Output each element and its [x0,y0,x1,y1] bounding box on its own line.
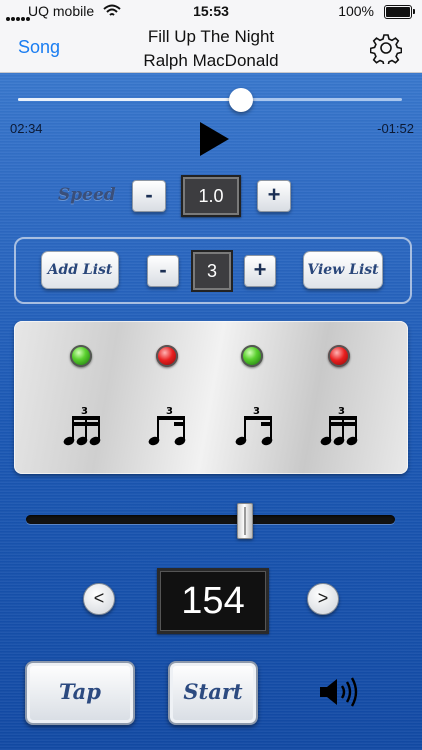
triplet-sixteenth-icon[interactable]: 3 [318,405,362,447]
top-bar: UQ mobile 15:53 100% Song Fill Up The Ni… [0,0,422,73]
tempo-increase-button[interactable]: > [307,583,339,615]
speed-value: 1.0 [181,175,241,217]
tempo-slider-track[interactable] [26,515,395,524]
beat-led-4 [328,345,350,367]
song-name: Fill Up The Night [147,27,275,46]
speed-plus-button[interactable]: + [257,180,291,212]
triplet-number: 3 [338,406,345,417]
metronome-app: UQ mobile 15:53 100% Song Fill Up The Ni… [0,0,422,750]
view-list-button[interactable]: View List [303,251,383,289]
triplet-eighth-sixteenth-icon[interactable]: 3 [146,405,190,447]
tempo-decrease-button[interactable]: < [83,583,115,615]
artist-name: Ralph MacDonald [143,51,279,70]
play-icon[interactable] [200,122,229,156]
tempo-value: 154 [157,568,269,634]
start-button[interactable]: Start [168,661,258,725]
elapsed-time: 02:34 [10,121,43,136]
beat-led-3 [241,345,263,367]
beat-panel [14,321,408,474]
song-title: Fill Up The Night Ralph MacDonald [0,25,422,73]
battery-percent: 100% [338,3,374,19]
beat-led-1 [70,345,92,367]
tempo-slider-thumb[interactable] [236,503,253,539]
speed-minus-button[interactable]: - [132,180,166,212]
beat-led-2 [156,345,178,367]
playback-progress-fill [18,98,241,101]
tap-button[interactable]: Tap [25,661,135,725]
gear-icon[interactable] [370,32,402,64]
playback-progress-track[interactable] [18,98,402,101]
speed-label: Speed [58,185,116,205]
battery-icon [384,5,415,19]
triplet-number: 3 [166,406,173,417]
speaker-icon[interactable] [318,676,360,708]
list-minus-button[interactable]: - [147,255,179,287]
triplet-eighth-sixteenth-icon[interactable]: 3 [233,405,277,447]
triplet-sixteenth-icon[interactable]: 3 [61,405,105,447]
remaining-time: -01:52 [377,121,414,136]
triplet-number: 3 [81,406,88,417]
playback-progress-thumb[interactable] [228,88,253,112]
list-plus-button[interactable]: + [244,255,276,287]
list-value: 3 [191,250,233,292]
triplet-number: 3 [253,406,260,417]
add-list-button[interactable]: Add List [41,251,119,289]
